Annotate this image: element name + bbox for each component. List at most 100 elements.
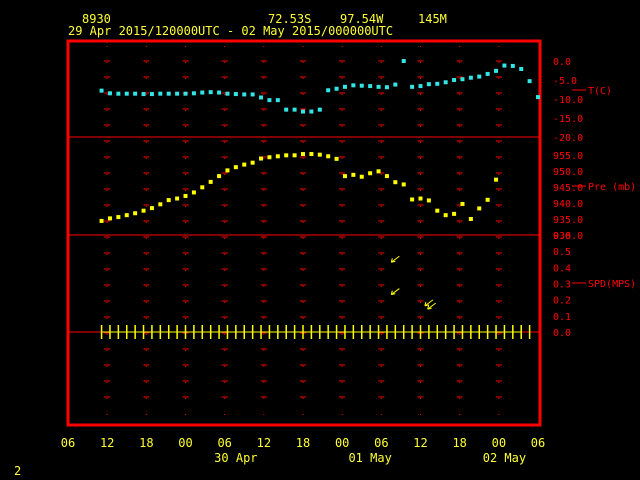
temperature-point [217, 90, 222, 95]
temperature-point [275, 98, 280, 103]
temperature-point [309, 109, 314, 114]
temperature-point [502, 63, 507, 68]
pressure-point [452, 211, 457, 216]
pressure-point [175, 196, 180, 201]
pressure-point [351, 172, 356, 177]
temperature-point [418, 84, 423, 89]
y-tick-label-wind_speed: 0.5 [553, 247, 571, 258]
pressure-point [376, 169, 381, 174]
pressure-point [401, 182, 406, 187]
pressure-point [225, 168, 230, 173]
temperature-point [384, 85, 389, 90]
temperature-point [259, 95, 264, 100]
pressure-point [267, 155, 272, 160]
temperature-point [393, 82, 398, 87]
y-tick-label-wind_speed: 0.4 [553, 263, 571, 274]
temperature-point [99, 88, 104, 93]
x-tick-label: 00 [178, 436, 192, 450]
temperature-point [191, 91, 196, 96]
pressure-point [242, 162, 247, 167]
pressure-point [99, 218, 104, 223]
temperature-point [443, 80, 448, 85]
temperature-point [225, 91, 230, 96]
pressure-point [200, 185, 205, 190]
temperature-point [124, 91, 129, 96]
temperature-point [359, 83, 364, 88]
x-tick-label: 06 [531, 436, 545, 450]
temperature-point [107, 91, 112, 96]
temperature-point [426, 82, 431, 87]
temperature-point [141, 92, 146, 97]
temperature-point [342, 84, 347, 89]
pressure-point [208, 179, 213, 184]
temperature-point [175, 91, 180, 96]
temperature-point [334, 86, 339, 91]
temperature-point [326, 88, 331, 93]
temperature-point [460, 77, 465, 82]
x-tick-label: 00 [492, 436, 506, 450]
pressure-point [284, 153, 289, 158]
pressure-point [149, 206, 154, 211]
pressure-point [292, 153, 297, 158]
temperature-point [284, 107, 289, 112]
temperature-point [401, 59, 406, 63]
temperature-point [233, 92, 238, 97]
y-tick-label-wind_speed: 0.0 [553, 328, 571, 339]
pressure-point [124, 213, 129, 218]
temperature-point [410, 84, 415, 89]
x-tick-label: 12 [100, 436, 114, 450]
temperature-point [468, 75, 473, 80]
day-label: 01 May [348, 451, 391, 465]
frame-number: 2 [14, 464, 22, 478]
temperature-point [133, 91, 138, 96]
day-label: 02 May [483, 451, 526, 465]
panel-label-wind_speed: SPD(MPS) [588, 279, 636, 290]
temperature-point [527, 79, 532, 84]
temperature-point [485, 71, 490, 76]
x-tick-label: 00 [335, 436, 349, 450]
temperature-point [519, 66, 524, 71]
pressure-point [384, 174, 389, 179]
temperature-point [435, 81, 440, 86]
pressure-point [107, 216, 112, 221]
x-tick-label: 18 [452, 436, 466, 450]
y-tick-label-wind_speed: 0.3 [553, 280, 571, 291]
y-tick-label-pressure: 950.0 [553, 167, 583, 178]
pressure-point [494, 177, 499, 182]
x-tick-label: 12 [413, 436, 427, 450]
pressure-point [158, 202, 163, 207]
temperature-point [510, 63, 515, 68]
temperature-point [301, 109, 305, 114]
pressure-point [250, 160, 255, 165]
pressure-point [326, 154, 331, 159]
panel-label-pressure: Pre (mb) [588, 182, 636, 193]
temperature-point [477, 74, 482, 79]
x-tick-label: 12 [257, 436, 271, 450]
pressure-point [460, 201, 465, 206]
pressure-point [309, 152, 314, 157]
pressure-point [233, 165, 238, 170]
pressure-point [485, 197, 490, 202]
pressure-point [275, 154, 280, 159]
pressure-point [435, 208, 440, 213]
pressure-point [368, 171, 373, 176]
temperature-point [208, 90, 213, 95]
x-tick-label: 18 [296, 436, 310, 450]
temperature-point [317, 107, 322, 112]
pressure-point [116, 215, 121, 220]
y-tick-label-wind_speed: 0.1 [553, 312, 571, 323]
pressure-point [477, 206, 482, 211]
pressure-point [468, 217, 473, 221]
meteogram-chart: 06 12 18 00 06 12 18 00 06 12 18 00 0630 Apr 01 May 02… [61, 39, 636, 465]
temperature-point [242, 92, 247, 97]
pressure-point [141, 208, 146, 213]
pressure-point [443, 213, 448, 218]
temperature-point [183, 91, 188, 96]
y-tick-label-temperature: -15.0 [553, 114, 583, 125]
temperature-point [267, 98, 272, 103]
temperature-point [116, 91, 121, 96]
temperature-point [452, 78, 457, 82]
x-tick-label: 06 [374, 436, 388, 450]
pressure-point [217, 174, 222, 179]
pressure-point [191, 190, 196, 195]
